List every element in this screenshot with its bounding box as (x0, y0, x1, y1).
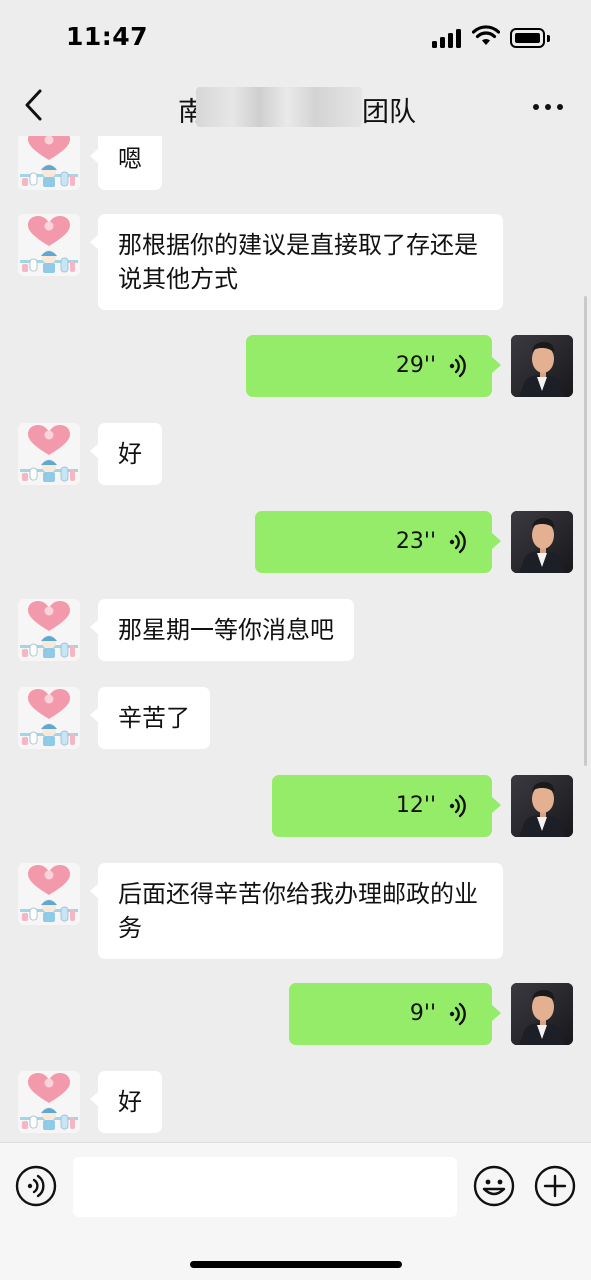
incoming-message[interactable]: 那星期一等你消息吧 (90, 599, 354, 661)
chat-screen: 11:47 南 团队 嗯 那根据你的建议是直接取了存还是说其他方式 29'' 好… (0, 0, 591, 1280)
contact-avatar[interactable] (18, 687, 80, 749)
my-avatar[interactable] (511, 335, 573, 397)
input-bar (0, 1142, 591, 1280)
voice-duration: 9'' (409, 1001, 436, 1026)
contact-avatar[interactable] (18, 599, 80, 661)
contact-avatar[interactable] (18, 1071, 80, 1133)
status-time: 11:47 (66, 22, 149, 51)
message-text: 后面还得辛苦你给我办理邮政的业务 (118, 880, 478, 942)
voice-duration: 12'' (395, 793, 436, 818)
wifi-icon (472, 25, 500, 45)
message-text: 嗯 (118, 145, 142, 173)
voice-wave-icon (448, 354, 468, 378)
emoji-smile-icon[interactable] (473, 1165, 515, 1207)
cellular-signal-icon (432, 28, 464, 48)
incoming-message[interactable]: 后面还得辛苦你给我办理邮政的业务 (90, 863, 503, 959)
voice-wave-icon (448, 530, 468, 554)
message-text: 好 (118, 1088, 142, 1116)
my-avatar[interactable] (511, 775, 573, 837)
ellipsis-icon[interactable] (533, 104, 563, 110)
incoming-message[interactable]: 好 (90, 1071, 162, 1133)
message-input[interactable] (73, 1157, 457, 1217)
incoming-message[interactable]: 辛苦了 (90, 687, 210, 749)
message-text: 好 (118, 440, 142, 468)
status-bar: 11:47 (0, 0, 591, 78)
outgoing-voice-message[interactable]: 12'' (272, 775, 501, 837)
outgoing-voice-message[interactable]: 9'' (289, 983, 501, 1045)
message-text: 辛苦了 (118, 704, 190, 732)
voice-wave-icon (448, 1002, 468, 1026)
outgoing-voice-message[interactable]: 29'' (246, 335, 501, 397)
message-list[interactable]: 嗯 那根据你的建议是直接取了存还是说其他方式 29'' 好 23'' 那星期一等… (0, 136, 591, 1142)
incoming-message[interactable]: 好 (90, 423, 162, 485)
incoming-message[interactable]: 那根据你的建议是直接取了存还是说其他方式 (90, 214, 503, 310)
contact-avatar[interactable] (18, 423, 80, 485)
scrollbar[interactable] (584, 296, 587, 766)
home-indicator (190, 1261, 402, 1268)
voice-duration: 23'' (395, 529, 436, 554)
voice-duration: 29'' (395, 353, 436, 378)
voice-wave-icon[interactable] (15, 1165, 57, 1207)
message-text: 那根据你的建议是直接取了存还是说其他方式 (118, 231, 478, 293)
chat-title-end: 团队 (362, 97, 416, 128)
battery-icon (510, 28, 550, 48)
voice-wave-icon (448, 794, 468, 818)
contact-avatar[interactable] (18, 136, 80, 190)
nav-bar: 南 团队 (0, 78, 591, 136)
chevron-left-icon[interactable] (22, 88, 46, 122)
contact-avatar[interactable] (18, 214, 80, 276)
title-redaction (196, 87, 362, 127)
my-avatar[interactable] (511, 983, 573, 1045)
incoming-message[interactable]: 嗯 (90, 136, 162, 190)
message-text: 那星期一等你消息吧 (118, 616, 334, 644)
contact-avatar[interactable] (18, 863, 80, 925)
plus-circle-icon[interactable] (534, 1165, 576, 1207)
outgoing-voice-message[interactable]: 23'' (255, 511, 501, 573)
my-avatar[interactable] (511, 511, 573, 573)
